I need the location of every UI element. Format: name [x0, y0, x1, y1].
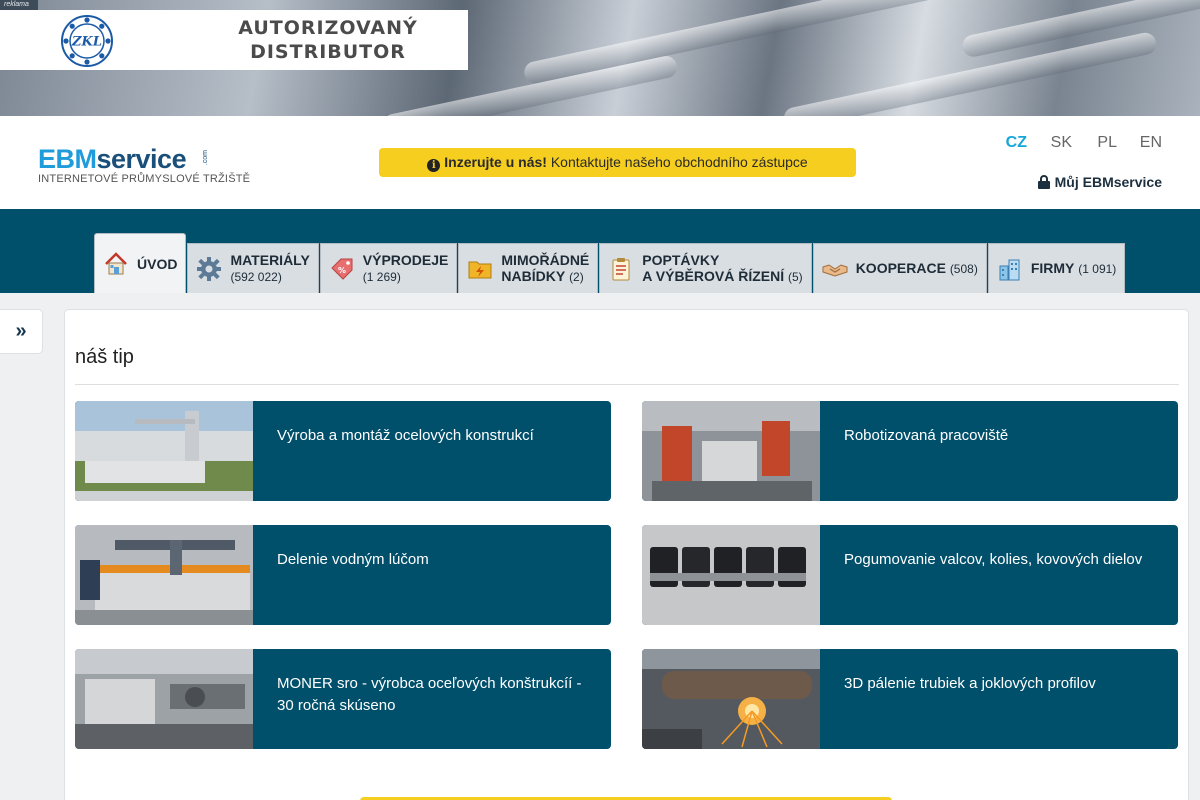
advertise-notice[interactable]: i Inzerujte u nás! Kontaktujte našeho obc…	[379, 148, 856, 177]
lang-pl[interactable]: PL	[1072, 134, 1117, 152]
svg-text:%: %	[338, 266, 346, 275]
ad-box[interactable]: ZKL AUTORIZOVANÝ DISTRIBUTOR	[0, 10, 468, 70]
rubber-coating-photo	[642, 525, 820, 625]
buildings-icon	[999, 259, 1020, 280]
tab-count: (1 091)	[1078, 262, 1117, 276]
home-icon	[105, 251, 127, 274]
site-header: EBMservice .com INTERNETOVÉ PRŮMYSLOVÉ T…	[0, 116, 1200, 209]
tab-label-line2: NABÍDKY	[501, 268, 566, 284]
ad-headline: AUTORIZOVANÝ DISTRIBUTOR	[238, 17, 418, 63]
tab-count: (5)	[788, 270, 803, 284]
logo-service: service	[96, 144, 187, 174]
tip-card-title: Delenie vodným lúčom	[277, 551, 429, 568]
tab-label: ÚVOD	[137, 255, 178, 272]
lang-en[interactable]: EN	[1117, 134, 1162, 152]
lightning-folder-icon	[468, 261, 492, 278]
tab-materialy[interactable]: MATERIÁLY (592 022)	[187, 243, 319, 293]
tab-count: (508)	[949, 262, 978, 276]
tab-label: FIRMY	[1030, 260, 1075, 276]
my-account-link[interactable]: Můj EBMservice	[1037, 174, 1162, 190]
tab-count: (2)	[569, 270, 584, 284]
sidebar-toggle-button[interactable]: »	[0, 309, 43, 354]
tip-card-title: 3D pálenie trubiek a joklových profilov	[844, 675, 1096, 692]
gear-icon	[197, 256, 222, 281]
logo-com: .com	[202, 150, 209, 166]
section-divider	[75, 384, 1179, 385]
account-label: Můj EBMservice	[1054, 174, 1162, 190]
tab-label: POPTÁVKY	[642, 252, 720, 268]
logo-ebm: EBM	[38, 144, 97, 174]
tip-card[interactable]: MONER sro - výrobca oceľových konštrukcí…	[75, 649, 611, 749]
tip-card[interactable]: 3D pálenie trubiek a joklových profilov	[642, 649, 1178, 749]
tab-kooperace[interactable]: KOOPERACE (508)	[812, 243, 987, 293]
tip-card[interactable]: Delenie vodným lúčom	[75, 525, 611, 625]
ad-label: reklama	[0, 0, 38, 10]
sale-tag-icon: %	[331, 258, 353, 280]
tab-label: MIMOŘÁDNÉ	[501, 252, 590, 268]
tip-card[interactable]: Robotizovaná pracoviště	[642, 401, 1178, 501]
info-icon: i	[427, 159, 441, 172]
tab-mimoradne-nabidky[interactable]: MIMOŘÁDNÉ NABÍDKY (2)	[458, 243, 599, 293]
tab-label: KOOPERACE	[855, 260, 946, 276]
handshake-icon	[822, 263, 848, 277]
lang-sk[interactable]: SK	[1027, 134, 1072, 152]
svg-text:ZKL: ZKL	[71, 35, 102, 50]
tab-firmy[interactable]: FIRMY (1 091)	[987, 243, 1126, 293]
main-content-panel: náš tip Výroba a montáž ocelových konstr…	[64, 309, 1189, 800]
zkl-logo-icon: ZKL	[61, 15, 113, 67]
tab-uvod[interactable]: ÚVOD	[94, 233, 187, 293]
tip-card[interactable]: Výroba a montáž ocelových konstrukcí	[75, 401, 611, 501]
lock-icon	[1037, 175, 1050, 189]
tab-poptavky[interactable]: POPTÁVKY A VÝBĚROVÁ ŘÍZENÍ (5)	[599, 243, 812, 293]
tab-count: (592 022)	[230, 270, 282, 284]
tab-count: (1 269)	[362, 270, 401, 284]
steel-construction-photo	[75, 401, 253, 501]
double-chevron-right-icon: »	[15, 320, 27, 342]
section-title: náš tip	[75, 346, 134, 368]
tip-card-title: Robotizovaná pracoviště	[844, 427, 1009, 444]
tip-card[interactable]: Pogumovanie valcov, kolies, kovových die…	[642, 525, 1178, 625]
waterjet-cutting-photo	[75, 525, 253, 625]
language-switcher: CZ SK PL EN	[982, 134, 1162, 152]
lang-cz[interactable]: CZ	[982, 134, 1027, 152]
clipboard-icon	[612, 257, 630, 280]
tip-card-title: MONER sro - výrobca oceľových konštrukcí…	[277, 675, 582, 714]
advertisement-banner[interactable]: reklama ZKL AUTORIZOVANÝ DISTRIBUTOR	[0, 0, 1200, 116]
logo-tagline: INTERNETOVÉ PRŮMYSLOVÉ TRŽIŠTĚ	[38, 173, 251, 185]
main-navigation: ÚVOD MATERIÁLY (592 022) % VÝPRODEJE (1 …	[0, 209, 1200, 293]
tab-vyprodeje[interactable]: % VÝPRODEJE (1 269)	[319, 243, 458, 293]
tab-label-line2: A VÝBĚROVÁ ŘÍZENÍ	[642, 268, 785, 284]
tip-card-title: Výroba a montáž ocelových konstrukcí	[277, 427, 534, 444]
pipe-cutting-photo	[642, 649, 820, 749]
tip-card-title: Pogumovanie valcov, kolies, kovových die…	[844, 551, 1143, 568]
site-logo[interactable]: EBMservice .com INTERNETOVÉ PRŮMYSLOVÉ T…	[38, 144, 250, 186]
steel-fabrication-photo	[75, 649, 253, 749]
robotic-workstation-photo	[642, 401, 820, 501]
tab-label: VÝPRODEJE	[362, 252, 449, 268]
notice-text: Kontaktujte našeho obchodního zástupce	[550, 154, 808, 170]
tab-label: MATERIÁLY	[230, 252, 310, 268]
notice-bold: Inzerujte u nás!	[444, 154, 547, 170]
